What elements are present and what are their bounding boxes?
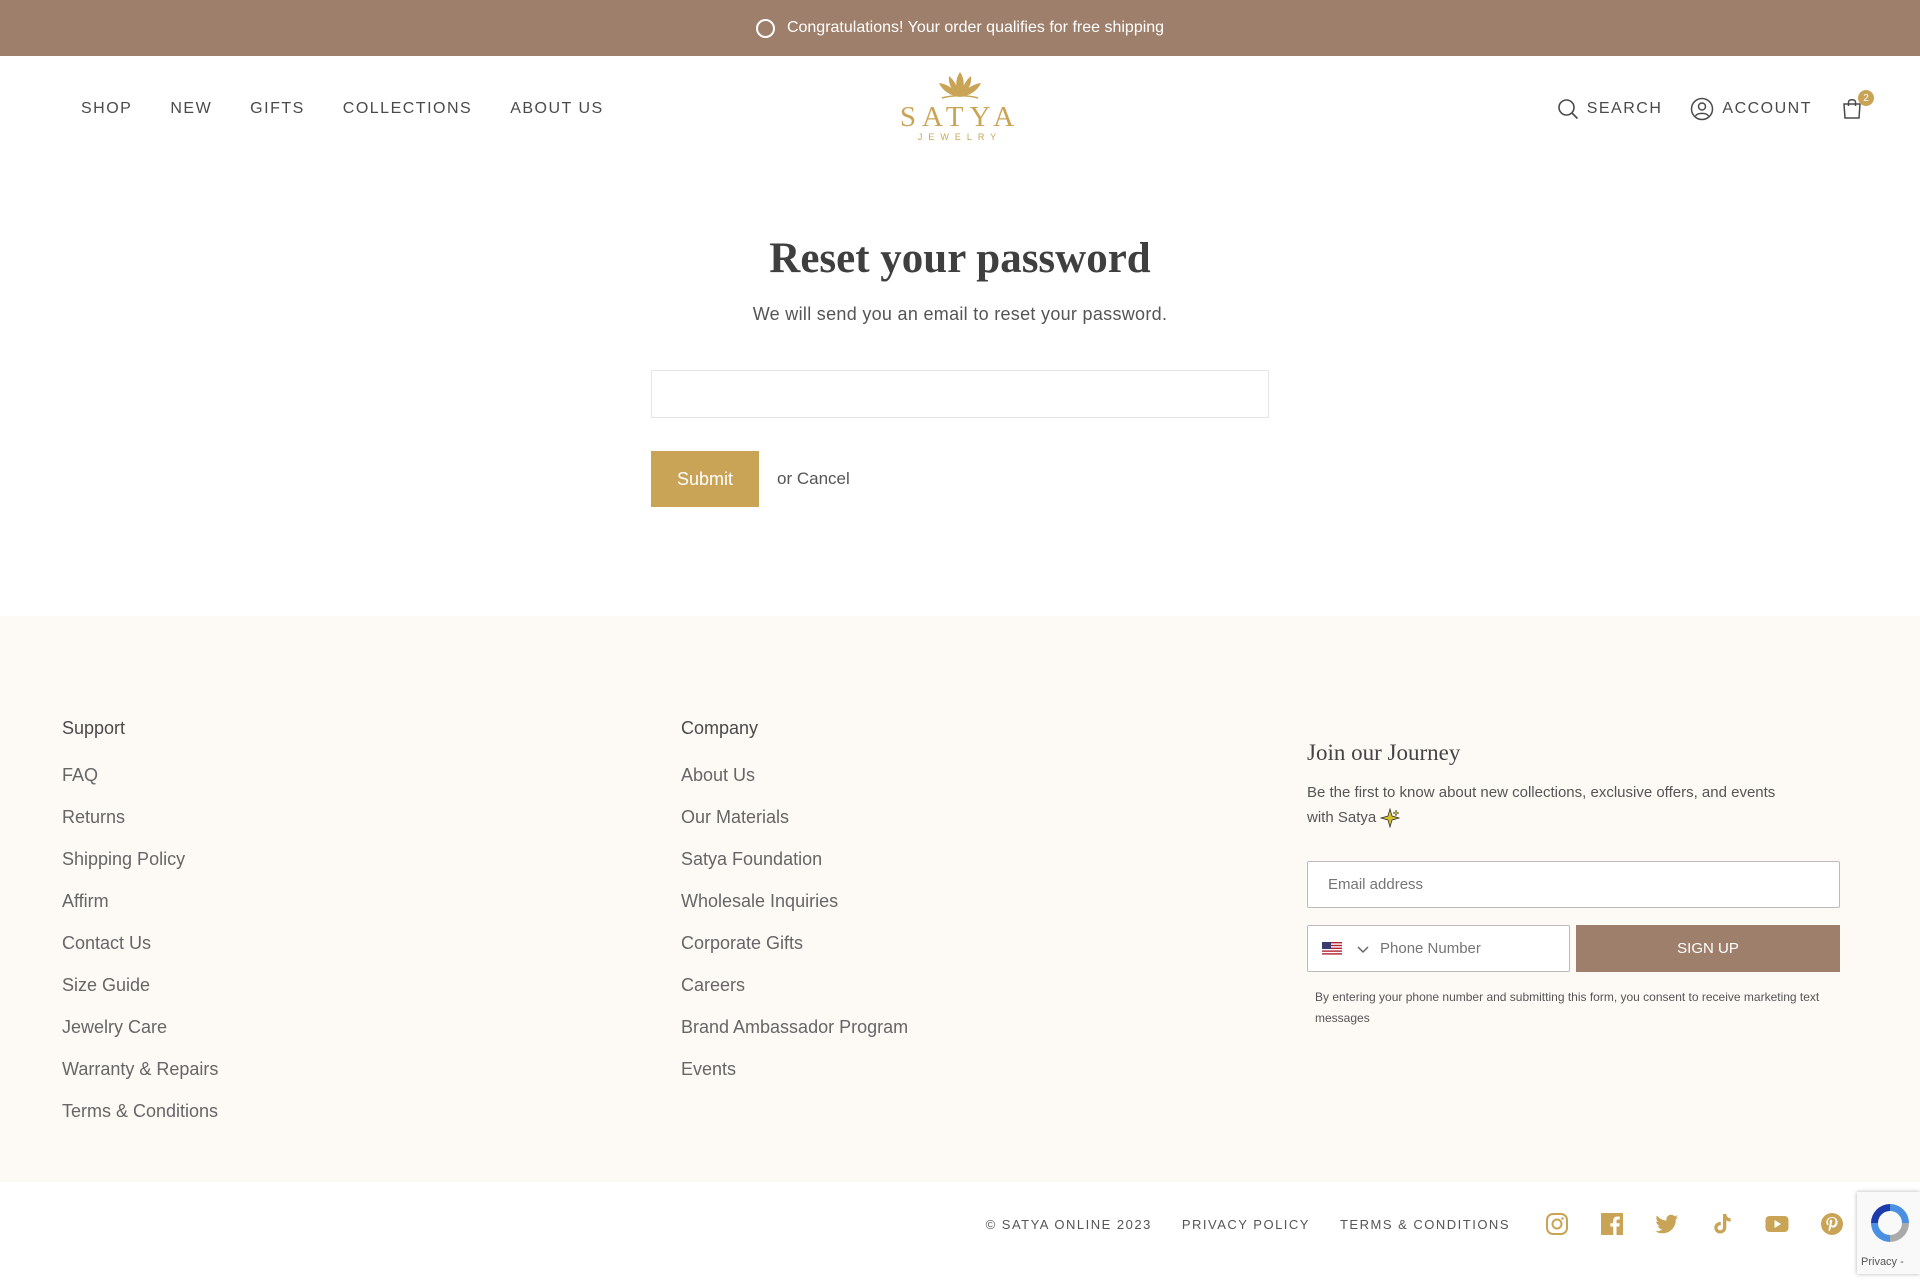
newsletter-heading: Join our Journey (1307, 740, 1461, 765)
legal-links: © SATYA ONLINE 2023 PRIVACY POLICY TERMS… (986, 1217, 1510, 1232)
chevron-down-icon[interactable] (1356, 944, 1370, 954)
newsletter-signup: Join our Journey Be the first to know ab… (1307, 740, 1840, 1025)
recaptcha-privacy-text[interactable]: Privacy - (1861, 1256, 1904, 1268)
social-links (1545, 1212, 1844, 1236)
footer-link-wholesale-inquiries[interactable]: Wholesale Inquiries (681, 891, 908, 933)
footer-link-careers[interactable]: Careers (681, 975, 908, 1017)
logo-sub-text: JEWELRY (917, 132, 1003, 142)
signup-button[interactable]: SIGN UP (1576, 925, 1840, 972)
nav-item-shop[interactable]: SHOP (81, 100, 132, 118)
twitter-icon[interactable] (1655, 1212, 1679, 1236)
site-header: SHOP NEW GIFTS COLLECTIONS ABOUT US SATY… (0, 56, 1920, 166)
site-footer: Support FAQ Returns Shipping Policy Affi… (0, 616, 1920, 1182)
footer-link-warranty-repairs[interactable]: Warranty & Repairs (62, 1059, 218, 1101)
footer-support-column: Support FAQ Returns Shipping Policy Affi… (62, 718, 218, 1143)
email-field[interactable] (651, 370, 1269, 418)
footer-support-heading: Support (62, 718, 126, 738)
instagram-icon[interactable] (1545, 1212, 1569, 1236)
account-label: ACCOUNT (1722, 100, 1812, 117)
page-subtitle: We will send you an email to reset your … (752, 304, 1168, 324)
reset-password-section: Reset your password We will send you an … (0, 166, 1920, 616)
sms-consent-text: By entering your phone number and submit… (1315, 990, 1820, 1025)
footer-link-size-guide[interactable]: Size Guide (62, 975, 218, 1017)
or-text: or (777, 469, 793, 488)
nav-item-gifts[interactable]: GIFTS (250, 100, 305, 118)
search-button[interactable]: SEARCH (1557, 98, 1663, 120)
footer-link-about-us[interactable]: About Us (681, 765, 908, 807)
search-label: SEARCH (1586, 100, 1663, 117)
tiktok-icon[interactable] (1710, 1212, 1734, 1236)
us-flag-icon[interactable] (1322, 942, 1342, 955)
recaptcha-badge[interactable]: Privacy - (1857, 1192, 1920, 1274)
newsletter-text: Be the first to know about new collectio… (1307, 784, 1776, 826)
circle-icon (755, 18, 775, 38)
pinterest-icon[interactable] (1820, 1212, 1844, 1236)
nav-item-new[interactable]: NEW (170, 100, 212, 118)
page-title: Reset your password (769, 235, 1151, 282)
phone-number-field[interactable] (1380, 940, 1550, 957)
main-nav: SHOP NEW GIFTS COLLECTIONS ABOUT US (81, 100, 604, 118)
sparkle-icon (1380, 808, 1401, 829)
announcement-bar: Congratulations! Your order qualifies fo… (0, 0, 1920, 56)
youtube-icon[interactable] (1765, 1212, 1789, 1236)
logo-brand-text: SATYA (899, 101, 1021, 133)
footer-link-affirm[interactable]: Affirm (62, 891, 218, 933)
recaptcha-icon (1871, 1204, 1909, 1242)
nav-item-collections[interactable]: COLLECTIONS (343, 100, 472, 118)
cart-count-badge: 2 (1858, 90, 1874, 106)
footer-link-our-materials[interactable]: Our Materials (681, 807, 908, 849)
footer-company-heading: Company (681, 718, 759, 738)
footer-link-terms-conditions[interactable]: Terms & Conditions (62, 1101, 218, 1143)
site-logo[interactable]: SATYA JEWELRY (895, 70, 1025, 150)
newsletter-email-field[interactable] (1307, 861, 1840, 908)
footer-bottom-bar: © SATYA ONLINE 2023 PRIVACY POLICY TERMS… (0, 1182, 1920, 1287)
header-actions: SEARCH ACCOUNT 2 (1557, 90, 1874, 122)
cancel-row: or Cancel (777, 469, 850, 489)
nav-item-about-us[interactable]: ABOUT US (510, 100, 604, 118)
submit-button[interactable]: Submit (651, 451, 759, 507)
lotus-icon (939, 72, 981, 99)
footer-company-column: Company About Us Our Materials Satya Fou… (681, 718, 908, 1101)
footer-link-satya-foundation[interactable]: Satya Foundation (681, 849, 908, 891)
footer-link-corporate-gifts[interactable]: Corporate Gifts (681, 933, 908, 975)
account-icon (1691, 97, 1714, 121)
footer-link-brand-ambassador[interactable]: Brand Ambassador Program (681, 1017, 908, 1059)
footer-link-faq[interactable]: FAQ (62, 765, 218, 807)
footer-link-events[interactable]: Events (681, 1059, 908, 1101)
cancel-link[interactable]: Cancel (797, 469, 850, 488)
phone-field-wrapper (1307, 925, 1570, 972)
footer-link-returns[interactable]: Returns (62, 807, 218, 849)
footer-link-jewelry-care[interactable]: Jewelry Care (62, 1017, 218, 1059)
privacy-policy-link[interactable]: PRIVACY POLICY (1182, 1217, 1310, 1232)
footer-link-contact-us[interactable]: Contact Us (62, 933, 218, 975)
facebook-icon[interactable] (1600, 1212, 1624, 1236)
announcement-text: Congratulations! Your order qualifies fo… (786, 19, 1165, 36)
cart-button[interactable]: 2 (1840, 90, 1874, 122)
search-icon (1557, 99, 1578, 120)
newsletter-text-block: Be the first to know about new collectio… (1307, 780, 1787, 830)
account-button[interactable]: ACCOUNT (1690, 97, 1812, 121)
terms-conditions-link[interactable]: TERMS & CONDITIONS (1340, 1217, 1510, 1232)
copyright-text: © SATYA ONLINE 2023 (985, 1217, 1152, 1232)
footer-link-shipping-policy[interactable]: Shipping Policy (62, 849, 218, 891)
